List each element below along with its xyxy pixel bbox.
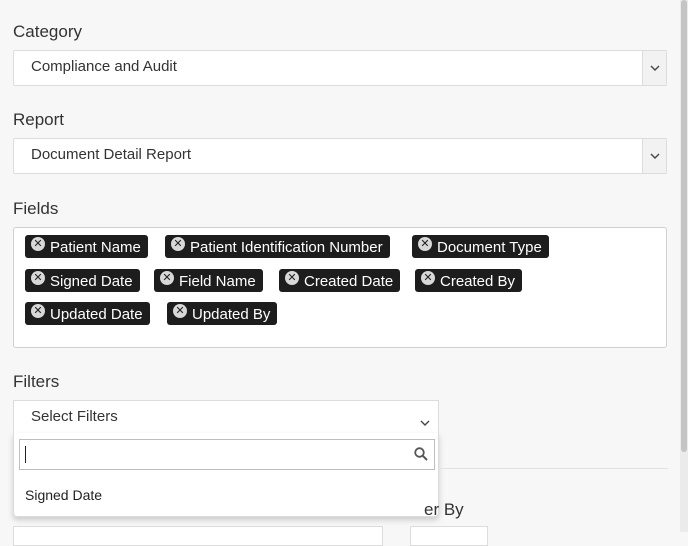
text-caret [25,446,26,463]
field-tag[interactable]: ✕ Field Name [154,269,263,292]
scrollbar-track[interactable] [680,0,688,532]
field-tag[interactable]: ✕ Document Type [412,235,549,258]
field-tag[interactable]: ✕ Patient Identification Number [165,235,390,258]
field-tag-label: Created By [440,273,516,290]
close-circle-icon[interactable]: ✕ [31,236,45,251]
filter-option[interactable]: Signed Date [25,487,102,503]
chevron-down-icon[interactable] [420,413,430,431]
report-select-value: Document Detail Report [31,146,192,163]
field-tag[interactable]: ✕ Created By [415,269,523,292]
chevron-down-icon[interactable] [642,139,666,173]
field-tag[interactable]: ✕ Created Date [279,269,401,292]
field-tag-label: Document Type [437,239,542,256]
field-tag[interactable]: ✕ Updated Date [25,302,150,325]
search-icon [414,447,428,466]
field-tag-label: Updated By [192,306,271,323]
chevron-down-icon[interactable] [642,51,666,85]
close-circle-icon[interactable]: ✕ [171,236,185,251]
close-circle-icon[interactable]: ✕ [31,303,45,318]
fields-label: Fields [13,199,59,218]
filters-select[interactable]: Select Filters [13,400,439,434]
field-tag-label: Patient Identification Number [190,239,383,256]
report-select[interactable]: Document Detail Report [13,138,667,174]
report-label: Report [13,110,65,129]
filters-dropdown: Signed Date [13,433,439,517]
close-circle-icon[interactable]: ✕ [421,270,435,285]
order-by-select[interactable] [410,526,488,546]
category-select-value: Compliance and Audit [31,58,177,75]
field-tag-label: Updated Date [50,306,143,323]
field-tag[interactable]: ✕ Updated By [167,302,278,325]
field-tag[interactable]: ✕ Patient Name [25,235,148,258]
close-circle-icon[interactable]: ✕ [418,236,432,251]
field-tag-label: Patient Name [50,239,141,256]
category-label: Category [13,22,82,41]
divider [440,468,668,469]
fields-multiselect[interactable]: ✕ Patient Name ✕ Patient Identification … [13,227,667,348]
order-by-label: er By [424,500,464,519]
close-circle-icon[interactable]: ✕ [31,270,45,285]
filters-search-input[interactable] [19,439,435,470]
bottom-select-left[interactable] [13,526,383,546]
scrollbar-thumb[interactable] [681,0,687,452]
field-tag-label: Created Date [304,273,394,290]
close-circle-icon[interactable]: ✕ [285,270,299,285]
filters-placeholder: Select Filters [31,408,118,425]
close-circle-icon[interactable]: ✕ [173,303,187,318]
field-tag-label: Field Name [179,273,256,290]
category-select[interactable]: Compliance and Audit [13,50,667,86]
filters-label: Filters [13,372,60,391]
field-tag-label: Signed Date [50,273,133,290]
field-tag[interactable]: ✕ Signed Date [25,269,140,292]
close-circle-icon[interactable]: ✕ [160,270,174,285]
